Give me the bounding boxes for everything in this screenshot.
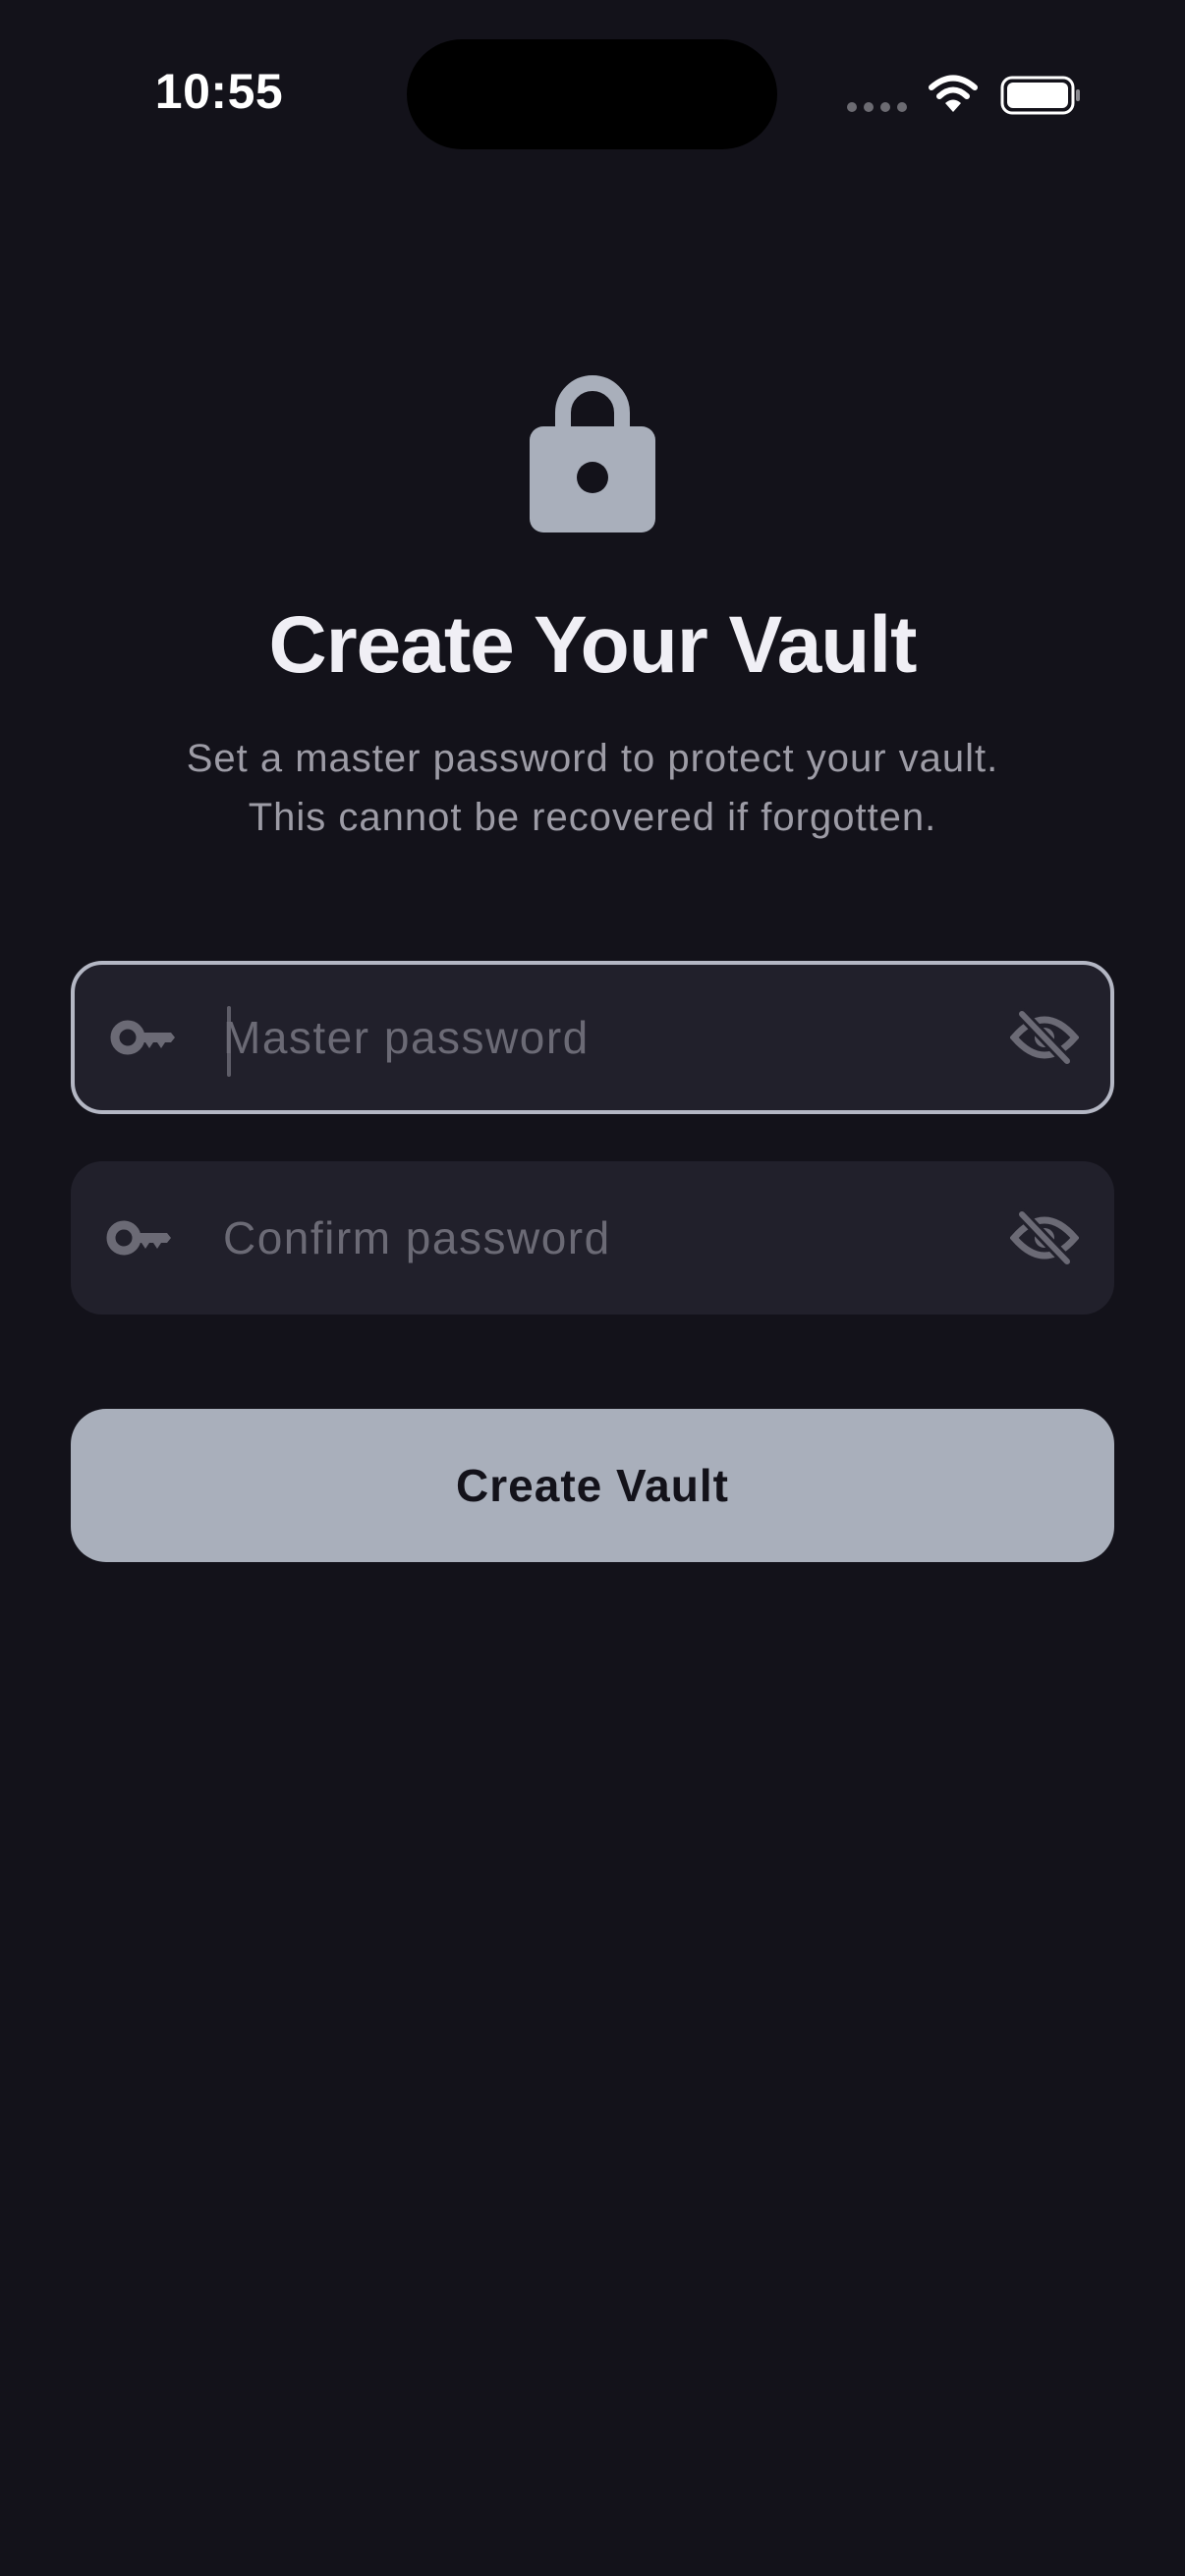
- create-vault-button[interactable]: Create Vault: [71, 1409, 1114, 1562]
- cellular-signal-icon: [847, 102, 907, 112]
- key-icon: [106, 1220, 171, 1256]
- key-icon: [110, 1020, 175, 1055]
- status-bar: 10:55: [0, 0, 1185, 196]
- eye-slash-icon[interactable]: [1010, 1208, 1079, 1267]
- master-password-input[interactable]: [223, 965, 1009, 1110]
- subtitle-line-1: Set a master password to protect your va…: [186, 737, 999, 780]
- wifi-icon: [929, 75, 978, 112]
- status-time: 10:55: [154, 64, 284, 119]
- master-password-field[interactable]: [71, 961, 1114, 1114]
- eye-slash-icon[interactable]: [1010, 1008, 1079, 1067]
- confirm-password-field[interactable]: [71, 1161, 1114, 1315]
- lock-icon: [530, 375, 655, 532]
- battery-icon: [1000, 76, 1080, 115]
- subtitle: Set a master password to protect your va…: [0, 729, 1185, 847]
- confirm-password-input[interactable]: [223, 1161, 1009, 1315]
- dynamic-island: [407, 39, 777, 149]
- subtitle-line-2: This cannot be recovered if forgotten.: [248, 796, 937, 839]
- page-title: Create Your Vault: [268, 600, 918, 690]
